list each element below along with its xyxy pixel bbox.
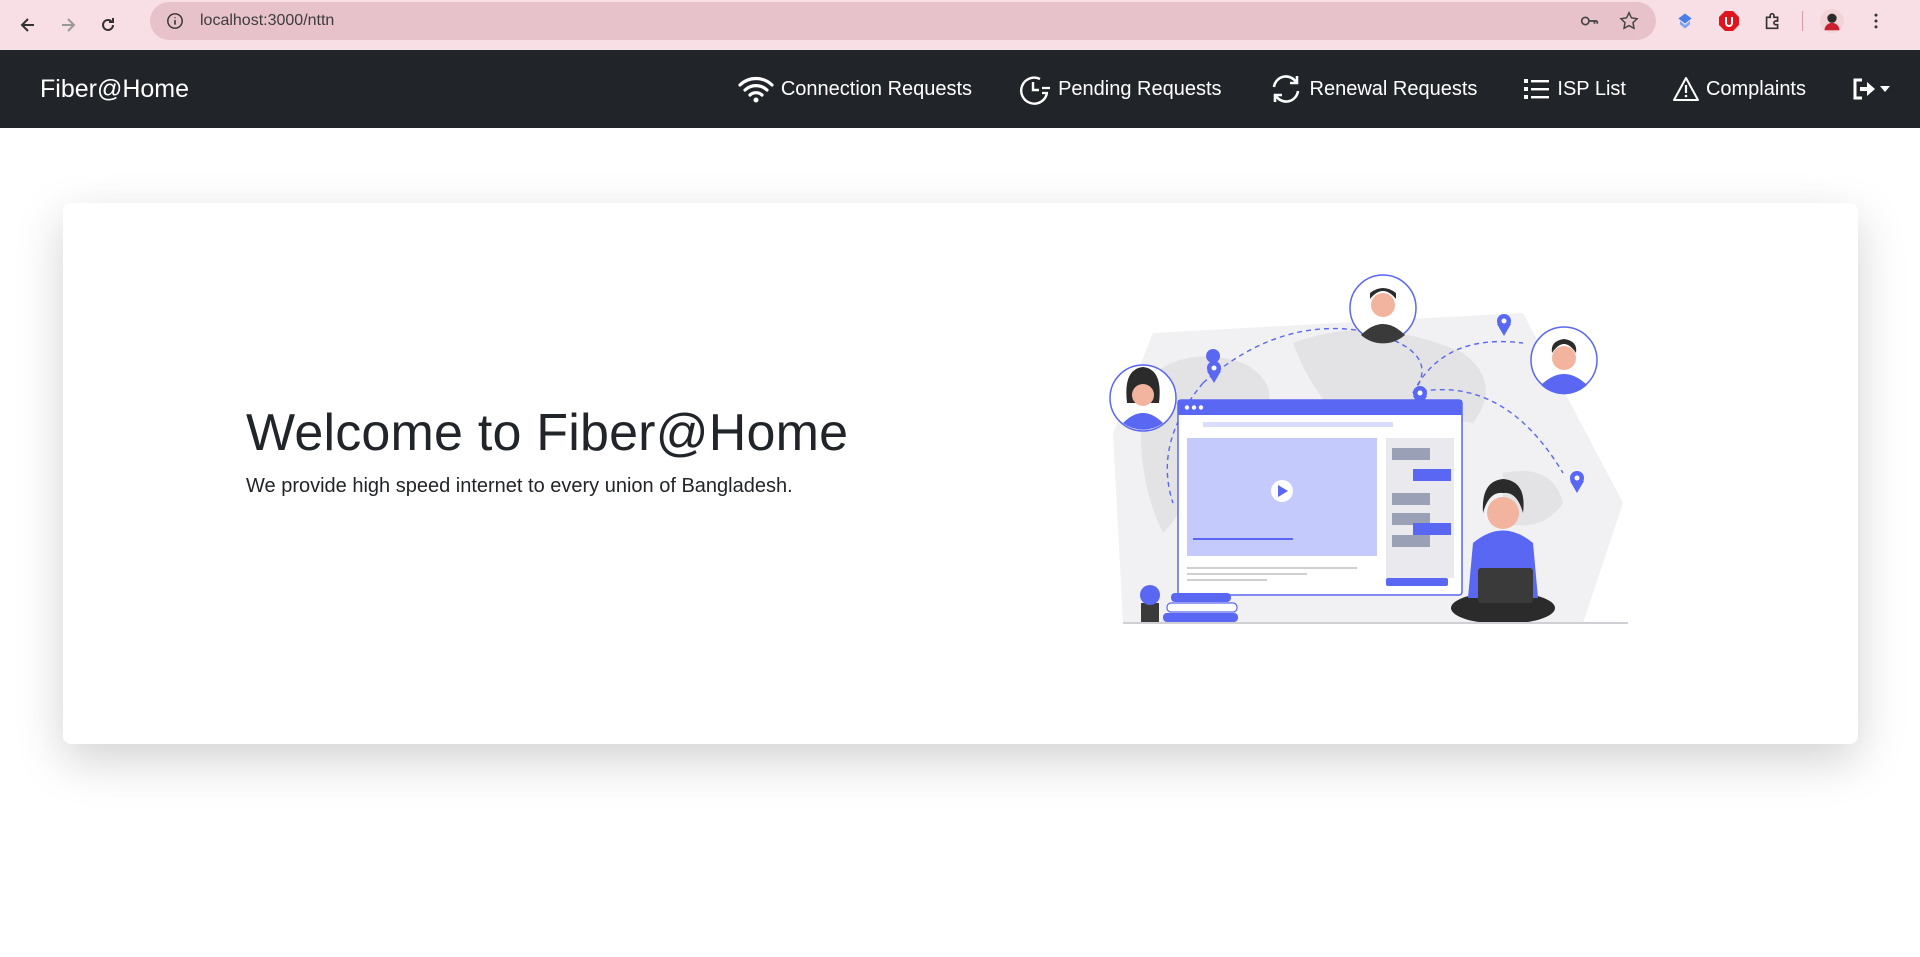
nav-complaints[interactable]: Complaints — [1672, 76, 1806, 102]
profile-avatar-icon[interactable] — [1817, 6, 1847, 36]
address-bar[interactable]: localhost:3000/nttn — [150, 2, 1656, 40]
arrow-right-icon — [62, 18, 76, 32]
extension-icon-blue[interactable] — [1670, 6, 1700, 36]
clock-icon — [1020, 76, 1051, 105]
nav-links: Connection Requests Pending Requests Ren… — [737, 50, 1920, 128]
refresh-icon — [1272, 75, 1299, 103]
hero-subtitle: We provide high speed internet to every … — [246, 475, 793, 497]
nav-label: Pending Requests — [1058, 77, 1222, 100]
logout-icon — [1853, 78, 1875, 100]
caret-down-icon — [1880, 86, 1890, 92]
nav-connection-requests[interactable]: Connection Requests — [737, 74, 972, 104]
app-navbar: Fiber@Home Connection Requests Pending R… — [0, 50, 1920, 128]
toolbar-divider — [1802, 11, 1803, 31]
nav-isp-list[interactable]: ISP List — [1523, 76, 1626, 102]
forward-button[interactable] — [50, 7, 86, 43]
back-button[interactable] — [10, 7, 46, 43]
warning-icon — [1672, 77, 1699, 101]
brand-logo[interactable]: Fiber@Home — [40, 75, 189, 104]
hero-title: Welcome to Fiber@Home — [246, 404, 849, 462]
nav-renewal-requests[interactable]: Renewal Requests — [1268, 73, 1478, 105]
logout-dropdown[interactable] — [1852, 77, 1892, 101]
nav-pending-requests[interactable]: Pending Requests — [1018, 73, 1222, 105]
star-icon[interactable] — [1616, 8, 1642, 34]
arrow-left-icon — [20, 18, 34, 32]
nav-label: Complaints — [1705, 77, 1806, 100]
url-text[interactable]: localhost:3000/nttn — [200, 12, 1562, 30]
reload-icon — [102, 18, 114, 31]
browser-toolbar: localhost:3000/nttn — [0, 0, 1920, 50]
nav-label: Renewal Requests — [1309, 77, 1478, 100]
key-icon[interactable] — [1576, 8, 1602, 34]
wifi-icon — [738, 77, 774, 103]
adblock-icon[interactable] — [1714, 6, 1744, 36]
puzzle-icon[interactable] — [1758, 6, 1788, 36]
reload-button[interactable] — [90, 7, 126, 43]
list-icon — [1524, 79, 1550, 99]
welcome-card: Welcome to Fiber@Home We provide high sp… — [63, 203, 1858, 744]
kebab-menu-icon[interactable] — [1861, 6, 1891, 36]
online-community-illustration — [1109, 274, 1628, 624]
nav-label: ISP List — [1557, 77, 1626, 100]
nav-label: Connection Requests — [780, 77, 973, 100]
site-info-icon[interactable] — [164, 10, 186, 32]
